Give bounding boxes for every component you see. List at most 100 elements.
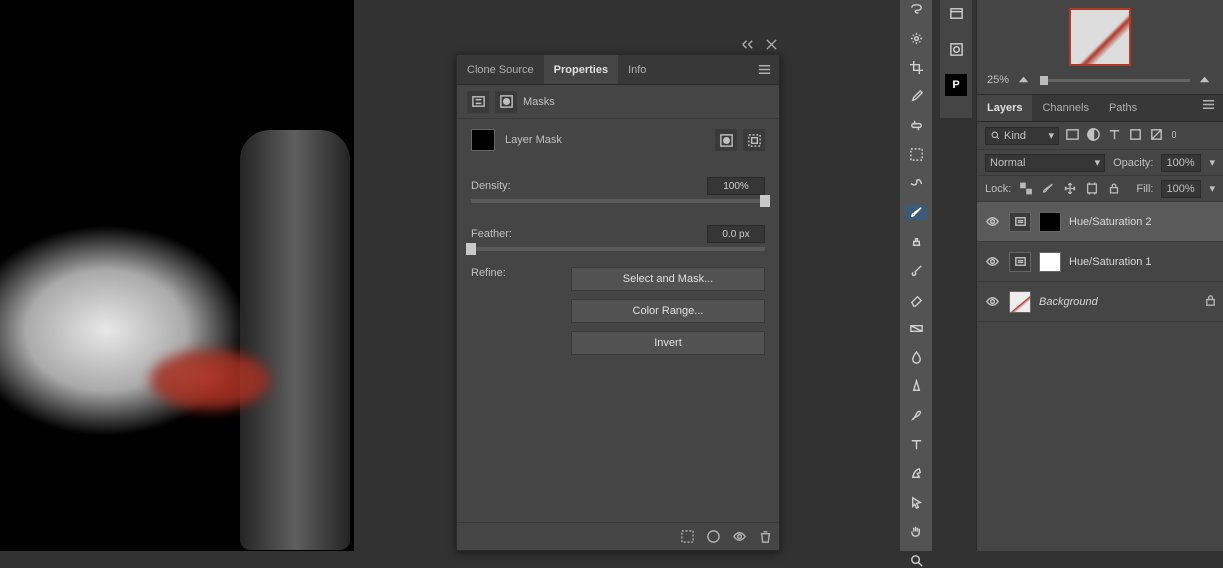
lock-all-icon[interactable]: [1107, 182, 1121, 196]
layer-mask-label: Layer Mask: [505, 134, 562, 146]
chevron-down-icon[interactable]: ▾: [1209, 156, 1215, 169]
right-panels-column: 25% Layers Channels Paths Kind ▾ Normal …: [976, 0, 1223, 551]
pen-tool-icon[interactable]: [905, 408, 927, 423]
filter-shape-icon[interactable]: [1128, 127, 1143, 145]
blur-tool-icon[interactable]: [905, 350, 927, 365]
frame-tool-icon[interactable]: [905, 147, 927, 162]
visibility-toggle-icon[interactable]: [983, 253, 1001, 271]
tools-panel: [900, 0, 932, 551]
feather-slider-knob[interactable]: [466, 243, 476, 255]
feather-slider[interactable]: [471, 247, 765, 251]
eyedropper-tool-icon[interactable]: [905, 89, 927, 104]
color-range-button[interactable]: Color Range...: [571, 299, 765, 323]
properties-panel: Clone Source Properties Info Masks Layer…: [456, 54, 780, 551]
panel-close-icon[interactable]: [762, 35, 780, 53]
path-selection-tool-icon[interactable]: [905, 466, 927, 481]
hand-tool-icon[interactable]: [905, 524, 927, 539]
tab-clone-source[interactable]: Clone Source: [457, 55, 544, 84]
visibility-toggle-icon[interactable]: [983, 213, 1001, 231]
type-tool-icon[interactable]: [905, 437, 927, 452]
gradient-tool-icon[interactable]: [905, 321, 927, 336]
lock-position-icon[interactable]: [1063, 182, 1077, 196]
density-slider-knob[interactable]: [760, 195, 770, 207]
layer-row[interactable]: Hue/Saturation 1: [977, 242, 1223, 282]
tab-layers[interactable]: Layers: [977, 95, 1032, 121]
blend-mode-select[interactable]: Normal ▾: [985, 154, 1105, 172]
feather-value[interactable]: 0.0 px: [707, 225, 765, 243]
layer-mask-thumbnail[interactable]: [1039, 252, 1061, 272]
panel-menu-icon[interactable]: [755, 61, 773, 79]
panel-dock: P: [940, 0, 972, 118]
panel-collapse-icon[interactable]: [738, 35, 756, 53]
navigator-thumbnail[interactable]: [1069, 8, 1131, 66]
apply-mask-icon[interactable]: [705, 529, 721, 545]
lasso-tool-icon[interactable]: [905, 2, 927, 17]
tab-paths[interactable]: Paths: [1099, 95, 1147, 121]
filter-type-icon[interactable]: [1107, 127, 1122, 145]
select-and-mask-button[interactable]: Select and Mask...: [571, 267, 765, 291]
filter-adjustment-icon[interactable]: [1086, 127, 1101, 145]
history-brush-tool-icon[interactable]: [905, 263, 927, 278]
adjustment-layer-icon[interactable]: [1009, 212, 1031, 232]
layers-panel-menu-icon[interactable]: [1199, 95, 1217, 113]
chevron-down-icon: ▾: [1095, 156, 1101, 169]
eraser-tool-icon[interactable]: [905, 292, 927, 307]
history-panel-icon[interactable]: [945, 2, 967, 24]
refine-label: Refine:: [471, 267, 571, 355]
dodge-tool-icon[interactable]: [905, 379, 927, 394]
zoom-tool-icon[interactable]: [905, 553, 927, 568]
tab-channels[interactable]: Channels: [1032, 95, 1098, 121]
layer-name[interactable]: Background: [1039, 296, 1195, 308]
filter-smart-icon[interactable]: [1149, 127, 1164, 145]
disable-mask-icon[interactable]: [731, 529, 747, 545]
zoom-value[interactable]: 25%: [987, 74, 1009, 86]
invert-button[interactable]: Invert: [571, 331, 765, 355]
layer-name[interactable]: Hue/Saturation 1: [1069, 256, 1217, 268]
lock-label: Lock:: [985, 183, 1011, 195]
paragraph-panel-icon[interactable]: P: [945, 74, 967, 96]
layer-mask-thumbnail[interactable]: [1039, 212, 1061, 232]
layer-row[interactable]: Background: [977, 282, 1223, 322]
adjustment-icon[interactable]: [467, 91, 489, 113]
layer-mask-thumbnail[interactable]: [471, 129, 495, 151]
mask-mode-icon[interactable]: [495, 91, 517, 113]
move-tool-icon[interactable]: [905, 176, 927, 191]
fill-input[interactable]: 100%: [1161, 180, 1201, 198]
swatches-panel-icon[interactable]: [945, 38, 967, 60]
chevron-down-icon: ▾: [1048, 129, 1054, 142]
healing-brush-tool-icon[interactable]: [905, 118, 927, 133]
opacity-label: Opacity:: [1113, 157, 1153, 169]
layer-filter-kind-select[interactable]: Kind ▾: [985, 127, 1059, 145]
lock-transparency-icon[interactable]: [1019, 182, 1033, 196]
filter-toggle-icon[interactable]: [1170, 127, 1178, 145]
direct-selection-tool-icon[interactable]: [905, 495, 927, 510]
chevron-down-icon[interactable]: ▾: [1209, 182, 1215, 195]
vector-mask-icon[interactable]: [743, 129, 765, 151]
visibility-toggle-icon[interactable]: [983, 293, 1001, 311]
zoom-slider[interactable]: [1040, 79, 1190, 82]
clone-stamp-tool-icon[interactable]: [905, 234, 927, 249]
brush-tool-icon[interactable]: [905, 205, 927, 220]
document-canvas[interactable]: [0, 0, 354, 551]
layer-thumbnail[interactable]: [1009, 291, 1031, 313]
lock-image-icon[interactable]: [1041, 182, 1055, 196]
tab-properties[interactable]: Properties: [544, 55, 618, 84]
zoom-out-icon[interactable]: [1017, 71, 1032, 89]
lock-artboard-icon[interactable]: [1085, 182, 1099, 196]
layer-name[interactable]: Hue/Saturation 2: [1069, 216, 1217, 228]
pixel-mask-icon[interactable]: [715, 129, 737, 151]
zoom-in-icon[interactable]: [1198, 71, 1213, 89]
crop-tool-icon[interactable]: [905, 60, 927, 75]
adjustment-layer-icon[interactable]: [1009, 252, 1031, 272]
density-slider[interactable]: [471, 199, 765, 203]
lock-icon: [1203, 293, 1217, 311]
magic-wand-tool-icon[interactable]: [905, 31, 927, 46]
density-value[interactable]: 100%: [707, 177, 765, 195]
opacity-input[interactable]: 100%: [1161, 154, 1201, 172]
delete-mask-icon[interactable]: [757, 529, 773, 545]
properties-header-label: Masks: [523, 96, 555, 108]
filter-pixel-icon[interactable]: [1065, 127, 1080, 145]
load-selection-icon[interactable]: [679, 529, 695, 545]
tab-info[interactable]: Info: [618, 55, 656, 84]
layer-row[interactable]: Hue/Saturation 2: [977, 202, 1223, 242]
